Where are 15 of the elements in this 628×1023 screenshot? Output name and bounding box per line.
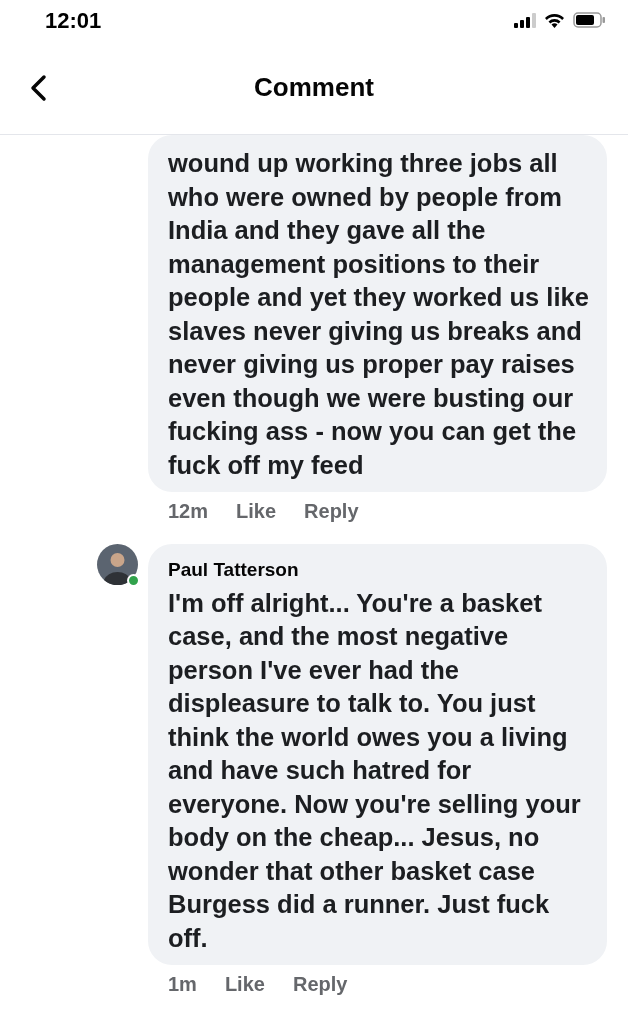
- comment-time: 1m: [168, 972, 197, 997]
- wifi-icon: [544, 12, 565, 28]
- reply-button[interactable]: Reply: [304, 496, 359, 526]
- battery-icon: [573, 12, 606, 28]
- comment-time: 12m: [168, 499, 209, 524]
- author-name[interactable]: Paul Tatterson: [168, 556, 589, 585]
- signal-icon: [514, 12, 536, 28]
- reply-button[interactable]: Reply: [292, 969, 348, 999]
- comment-text: wound up working three jobs all who were owned by people from India and they gave all the management positions to their people and yet they worked us like slaves never giving us breaks and never giving us proper pay raises even though we were busting our fucking ass - now you can get the fuck off my feed: [168, 148, 589, 481]
- like-button[interactable]: Like: [236, 496, 277, 526]
- like-button[interactable]: Like: [224, 969, 265, 999]
- avatar[interactable]: [97, 544, 138, 585]
- status-time: 12:01: [45, 6, 102, 35]
- page-title: Comment: [254, 70, 374, 104]
- comment-text: I'm off alright... You're a basket case, and the most negative person I've ever had the displeasure to talk to. You just think the world owes you a living and have such hatred for everyone. Now you're selling your body on the cheap... Jesus, no wonder that other basket case Burgess did a runner. Just fuck off.: [168, 587, 582, 954]
